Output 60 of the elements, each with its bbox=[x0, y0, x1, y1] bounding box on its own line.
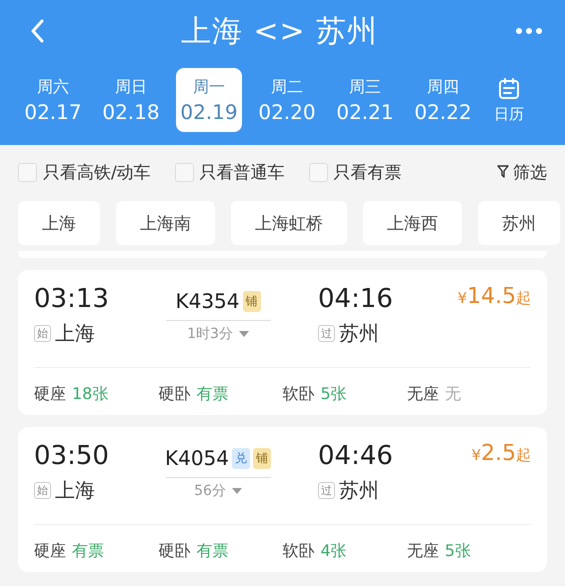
arrival-time: 04:16 bbox=[318, 284, 394, 314]
filter-checkbox[interactable]: 只看有票 bbox=[308, 160, 402, 184]
departure-station: 上海 bbox=[55, 477, 95, 504]
train-badge: 铺 bbox=[242, 290, 260, 312]
train-number: K4354 bbox=[175, 289, 240, 313]
train-card[interactable]: 03:13 始 上海 K4354 铺 1时3分 04:16 过 苏州 ¥14.5起 硬座 18张 硬卧 有票 软卧 5张 无座 无 bbox=[18, 270, 547, 415]
route-title: 上海 <> 苏州 bbox=[180, 12, 378, 50]
seat-availability: 无 bbox=[444, 384, 461, 405]
filter-checkbox[interactable]: 只看高铁/动车 bbox=[18, 160, 151, 184]
seat-availability: 4张 bbox=[320, 541, 347, 562]
station-chip[interactable]: 苏州 bbox=[478, 201, 560, 245]
train-number: K4054 bbox=[164, 446, 229, 470]
train-card[interactable]: 03:50 始 上海 K4054 兑 铺 56分 04:46 过 苏州 ¥2.5起 硬座 有票 硬卧 有票 软卧 4张 无座 5张 bbox=[18, 427, 547, 572]
back-icon[interactable] bbox=[30, 19, 44, 43]
arrival-station: 苏州 bbox=[339, 477, 379, 504]
arrival-time: 04:46 bbox=[318, 441, 394, 471]
seat-type: 硬卧 bbox=[158, 541, 190, 562]
filter-checkbox[interactable]: 只看普通车 bbox=[174, 160, 285, 184]
filter-label: 只看高铁/动车 bbox=[43, 162, 151, 184]
more-icon[interactable] bbox=[514, 27, 543, 35]
origin-tag: 始 bbox=[34, 482, 51, 499]
arrival-station: 苏州 bbox=[339, 320, 379, 347]
station-chip[interactable]: 上海 bbox=[18, 201, 100, 245]
date-tab[interactable]: 周一 02.19 bbox=[176, 68, 242, 132]
station-chip[interactable]: 上海虹桥 bbox=[231, 201, 347, 245]
station-chip[interactable]: 上海西 bbox=[363, 201, 462, 245]
ticket-price: ¥2.5起 bbox=[471, 441, 531, 466]
seat-type: 软卧 bbox=[282, 541, 314, 562]
filter-button[interactable]: 筛选 bbox=[497, 160, 547, 184]
seat-type: 无座 bbox=[406, 384, 439, 405]
seat-type: 硬卧 bbox=[158, 384, 190, 405]
origin-tag: 始 bbox=[34, 325, 51, 342]
checkbox[interactable] bbox=[18, 162, 37, 182]
pass-tag: 过 bbox=[318, 482, 335, 499]
caret-icon bbox=[232, 488, 242, 494]
seat-type: 软卧 bbox=[282, 384, 314, 405]
seat-availability: 5张 bbox=[444, 541, 471, 562]
departure-time: 03:50 bbox=[34, 441, 110, 471]
seat-type: 无座 bbox=[406, 541, 439, 562]
seat-availability: 18张 bbox=[72, 384, 108, 405]
caret-icon bbox=[238, 331, 249, 337]
ticket-price: ¥14.5起 bbox=[457, 284, 531, 309]
filter-label: 只看普通车 bbox=[200, 162, 285, 184]
train-badge: 铺 bbox=[253, 448, 271, 468]
departure-time: 03:13 bbox=[34, 284, 110, 314]
seat-type: 硬座 bbox=[34, 384, 66, 405]
checkbox[interactable] bbox=[308, 162, 328, 182]
seat-availability: 有票 bbox=[72, 541, 104, 562]
seat-availability: 5张 bbox=[320, 384, 347, 405]
seat-availability: 有票 bbox=[196, 541, 228, 562]
pass-tag: 过 bbox=[318, 325, 335, 342]
seat-type: 硬座 bbox=[34, 541, 66, 562]
train-badge: 兑 bbox=[232, 448, 250, 468]
seat-availability: 有票 bbox=[196, 384, 228, 405]
checkbox[interactable] bbox=[174, 162, 194, 182]
station-chip[interactable]: 上海南 bbox=[116, 201, 215, 245]
calendar-icon bbox=[497, 76, 521, 100]
filter-icon bbox=[497, 165, 509, 179]
filter-label: 只看有票 bbox=[334, 162, 402, 184]
departure-station: 上海 bbox=[55, 320, 95, 347]
